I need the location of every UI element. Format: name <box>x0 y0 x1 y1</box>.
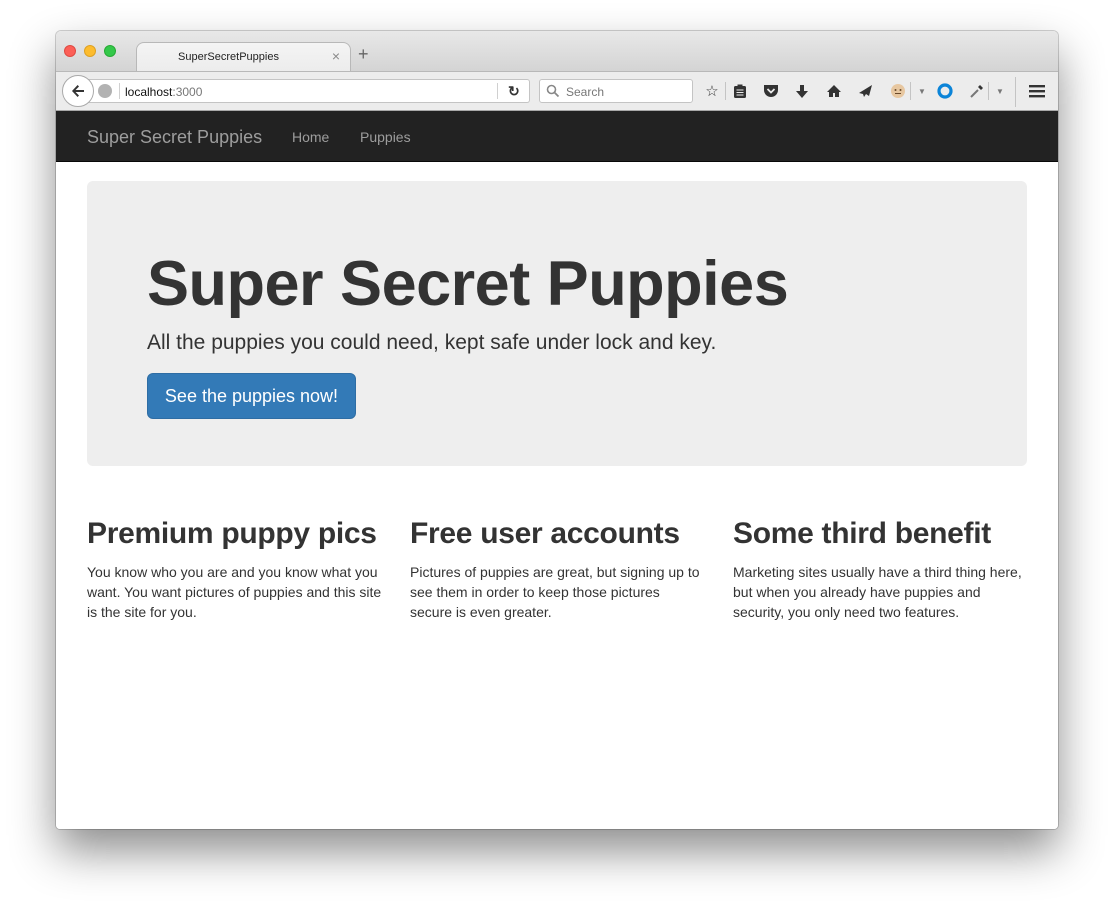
globe-icon <box>98 84 112 98</box>
blue-ring-icon[interactable] <box>936 82 954 100</box>
search-icon <box>546 84 560 98</box>
back-arrow-icon <box>72 85 84 97</box>
browser-tab[interactable]: SuperSecretPuppies × <box>136 42 351 72</box>
bookmark-star-icon[interactable]: ☆ <box>703 82 721 100</box>
close-window-button[interactable] <box>64 45 76 57</box>
navbar-brand[interactable]: Super Secret Puppies <box>87 127 262 148</box>
toolbar-divider <box>1015 77 1016 107</box>
toolbar-divider <box>988 82 989 100</box>
url-host: localhost <box>125 85 173 99</box>
feature-heading: Some third benefit <box>733 517 991 550</box>
minimize-window-button[interactable] <box>84 45 96 57</box>
hero-title: Super Secret Puppies <box>147 249 789 319</box>
send-icon[interactable] <box>856 82 874 100</box>
feature-body: Marketing sites usually have a third thi… <box>733 564 1022 620</box>
url-divider <box>497 83 498 99</box>
home-icon[interactable] <box>825 82 843 100</box>
see-puppies-button[interactable]: See the puppies now! <box>147 373 356 419</box>
hero-lead: All the puppies you could need, kept saf… <box>147 331 717 354</box>
feature-column: Premium puppy pics You know who you are … <box>87 516 382 622</box>
browser-window: SuperSecretPuppies × + localhost:3000 ↻ … <box>56 31 1058 829</box>
feature-heading: Free user accounts <box>410 517 680 550</box>
new-tab-button[interactable]: + <box>358 45 369 63</box>
feature-heading: Premium puppy pics <box>87 517 377 550</box>
toolbar-divider <box>910 82 911 100</box>
url-port: :3000 <box>172 85 203 99</box>
hamburger-menu-icon[interactable] <box>1028 82 1046 100</box>
feature-body: Pictures of puppies are great, but signi… <box>410 564 700 620</box>
back-button[interactable] <box>62 75 94 107</box>
eyedropper-dropdown-icon[interactable]: ▼ <box>991 82 1009 100</box>
tab-close-icon[interactable]: × <box>332 48 340 64</box>
feature-column: Some third benefit Marketing sites usual… <box>733 516 1028 622</box>
feature-column: Free user accounts Pictures of puppies a… <box>410 516 705 622</box>
reload-icon[interactable]: ↻ <box>508 83 520 100</box>
url-divider <box>119 83 120 99</box>
pocket-icon[interactable] <box>762 82 780 100</box>
tab-strip: SuperSecretPuppies × + <box>56 31 1058 72</box>
search-input[interactable]: Search <box>539 79 693 103</box>
web-page: Super Secret Puppies Home Puppies Super … <box>56 111 1058 829</box>
site-navbar: Super Secret Puppies Home Puppies <box>56 111 1058 162</box>
url-text[interactable]: localhost:3000 <box>125 85 202 99</box>
feature-body: You know who you are and you know what y… <box>87 564 382 620</box>
download-icon[interactable] <box>793 82 811 100</box>
tab-title: SuperSecretPuppies <box>178 51 279 63</box>
zoom-window-button[interactable] <box>104 45 116 57</box>
search-placeholder: Search <box>566 85 605 99</box>
url-bar[interactable]: localhost:3000 ↻ <box>88 79 530 103</box>
jumbotron: Super Secret Puppies All the puppies you… <box>87 181 1027 466</box>
addon-face-icon[interactable] <box>889 82 907 100</box>
toolbar-divider <box>725 82 726 100</box>
addon-dropdown-icon[interactable]: ▼ <box>913 82 931 100</box>
reading-list-icon[interactable] <box>731 82 749 100</box>
nav-link-puppies[interactable]: Puppies <box>360 129 411 145</box>
eyedropper-icon[interactable] <box>968 82 986 100</box>
navigation-toolbar: localhost:3000 ↻ Search ☆ ▼ ▼ <box>56 71 1058 111</box>
nav-link-home[interactable]: Home <box>292 129 329 145</box>
